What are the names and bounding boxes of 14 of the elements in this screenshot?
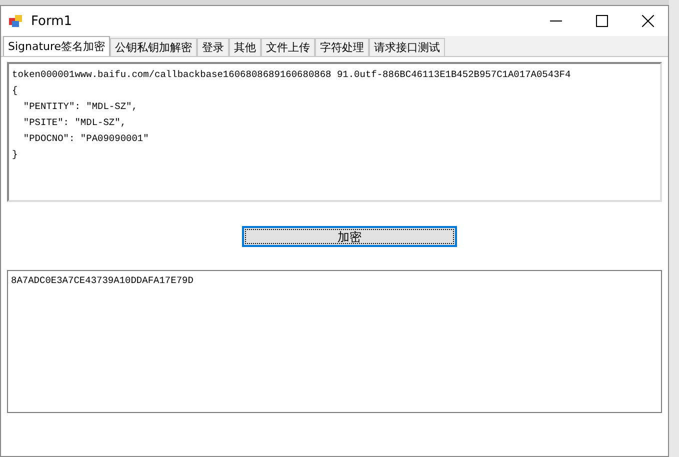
maximize-icon[interactable] <box>596 15 608 27</box>
tab[interactable]: Signature签名加密 <box>3 36 110 56</box>
input-text-area[interactable]: token000001www.baifu.com/callbackbase1606808689160680868 91.0utf-886BC46113E1B452B957C1A017A0543F4 { "PENTITY": "MDL-SZ", "PSITE": "MDL-SZ", "PDOCNO": "PA09090001" } <box>7 62 662 202</box>
app-icon <box>9 14 23 28</box>
output-text-area[interactable]: 8A7ADC0E3A7CE43739A10DDAFA17E79D <box>7 270 662 413</box>
tab[interactable]: 字符处理 <box>315 38 370 56</box>
window-title: Form1 <box>31 14 72 28</box>
tab[interactable]: 其他 <box>229 38 262 56</box>
tab[interactable]: 请求接口测试 <box>369 38 446 56</box>
encrypt-button[interactable]: 加密 <box>242 226 457 246</box>
tab[interactable]: 文件上传 <box>261 38 316 56</box>
tab[interactable]: 公钥私钥加解密 <box>110 38 198 56</box>
tab[interactable]: 登录 <box>197 38 230 56</box>
close-icon[interactable] <box>642 15 654 27</box>
